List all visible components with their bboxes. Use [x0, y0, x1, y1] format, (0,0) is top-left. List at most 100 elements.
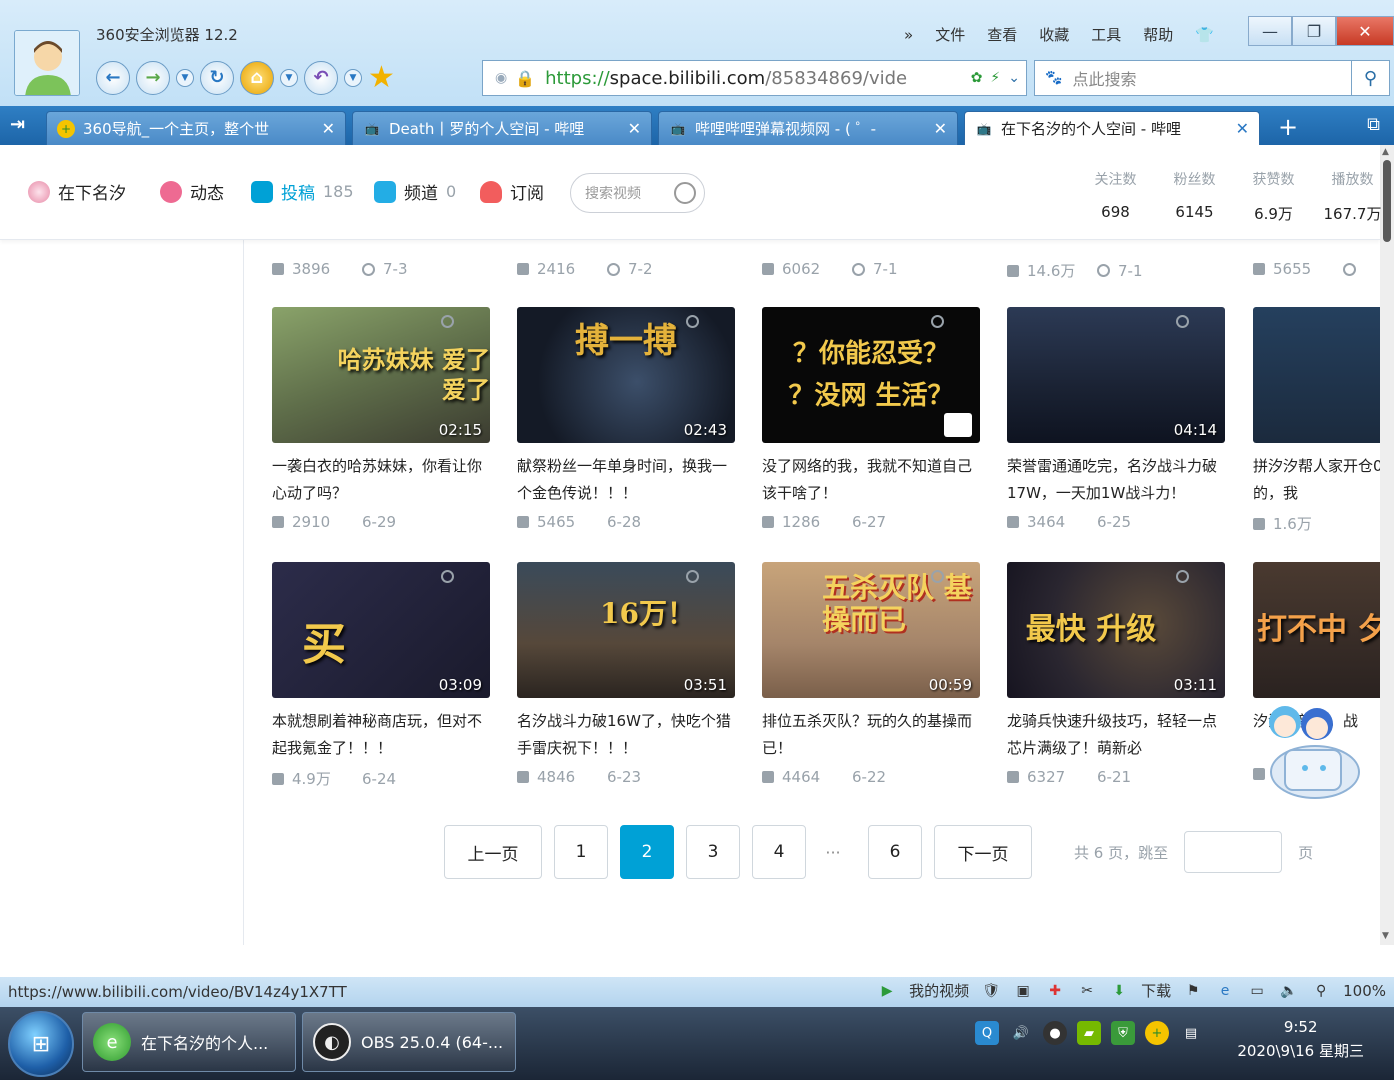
page-3-button[interactable]: 3 — [686, 825, 740, 879]
user-avatar[interactable] — [14, 30, 80, 96]
url-dropdown-icon[interactable]: ⌄ — [1008, 70, 1020, 86]
nav-submissions[interactable]: 投稿 185 — [251, 179, 354, 204]
video-title[interactable]: 本就想刷着神秘商店玩，但对不起我氪金了！！！ — [272, 708, 492, 762]
recorder-icon[interactable]: ● — [1043, 1021, 1067, 1045]
search-bar[interactable]: 🐾 点此搜索 ⚲ — [1034, 60, 1390, 96]
video-title[interactable]: 排位五杀灭队？玩的久的基操而已！ — [762, 708, 982, 762]
video-thumbnail[interactable]: 买 03:09 — [272, 562, 490, 698]
video-card[interactable]: 五杀灭队 基操而已 00:59 排位五杀灭队？玩的久的基操而已！ 4464 6-… — [762, 562, 982, 786]
scroll-down-icon[interactable]: ▼ — [1382, 931, 1389, 941]
page-2-button[interactable]: 2 — [620, 825, 674, 879]
video-title[interactable]: 献祭粉丝一年单身时间，换我一个金色传说！！！ — [517, 453, 737, 507]
video-thumbnail[interactable]: 最快 升级 03:11 — [1007, 562, 1225, 698]
pin-icon[interactable]: ✂ — [1077, 981, 1097, 1001]
video-thumbnail[interactable]: 搏一搏 02:43 — [517, 307, 735, 443]
video-title[interactable]: 荣誉雷通通吃完，名汐战斗力破17W，一天加1W战斗力！ — [1007, 453, 1227, 507]
video-card[interactable]: 买 03:09 本就想刷着神秘商店玩，但对不起我氪金了！！！ 4.9万 6-24 — [272, 562, 492, 789]
menu-favorites[interactable]: 收藏 — [1039, 24, 1069, 45]
download-label[interactable]: 下载 — [1141, 980, 1171, 1001]
video-play-icon[interactable]: ▶ — [877, 981, 897, 1001]
video-card[interactable]: 搏一搏 02:43 献祭粉丝一年单身时间，换我一个金色传说！！！ 5465 6-… — [517, 307, 737, 531]
history-dropdown-icon[interactable]: ▼ — [176, 68, 194, 87]
page-1-button[interactable]: 1 — [554, 825, 608, 879]
tab-close-icon[interactable]: ✕ — [322, 119, 335, 138]
watch-later-icon[interactable] — [944, 413, 972, 437]
forward-icon[interactable]: → — [136, 60, 170, 95]
video-card[interactable]: 04:14 荣誉雷通通吃完，名汐战斗力破17W，一天加1W战斗力！ 3464 6… — [1007, 307, 1227, 531]
video-thumbnail[interactable] — [1253, 307, 1380, 443]
flag-icon[interactable]: ⚑ — [1183, 981, 1203, 1001]
nvidia-icon[interactable]: ▰ — [1077, 1021, 1101, 1045]
refresh-icon[interactable]: ↻ — [200, 60, 234, 95]
new-tab-icon[interactable]: + — [1278, 113, 1298, 141]
minimize-button[interactable]: — — [1248, 16, 1292, 46]
page-6-button[interactable]: 6 — [868, 825, 922, 879]
tab-close-icon[interactable]: ✕ — [934, 119, 947, 138]
maximize-button[interactable]: ❐ — [1292, 16, 1336, 46]
tab-death[interactable]: 📺 Death丨罗的个人空间 - 哔哩 ✕ — [352, 111, 652, 145]
menu-more[interactable]: » — [904, 26, 913, 44]
back-icon[interactable]: ← — [96, 60, 130, 95]
menu-help[interactable]: 帮助 — [1143, 24, 1173, 45]
video-card[interactable]: 拼汐汐帮人家开仓0.14磨损度的，我 1.6万 — [1253, 307, 1380, 534]
home-icon[interactable]: ⌂ — [240, 60, 274, 95]
my-video-link[interactable]: 我的视频 — [909, 980, 969, 1001]
start-button[interactable]: ⊞ — [8, 1011, 74, 1077]
video-title[interactable]: 龙骑兵快速升级技巧，轻轻一点芯片满级了！萌新必 — [1007, 708, 1227, 762]
home-dropdown-icon[interactable]: ▼ — [280, 68, 298, 87]
video-thumbnail[interactable]: 哈苏妹妹 爱了爱了 02:15 — [272, 307, 490, 443]
tab-360nav[interactable]: + 360导航_一个主页，整个世 ✕ — [46, 111, 346, 145]
tab-close-icon[interactable]: ✕ — [628, 119, 641, 138]
tab-close-icon[interactable]: ✕ — [1236, 119, 1249, 138]
taskbar-obs[interactable]: ◐ OBS 25.0.4 (64-... — [302, 1012, 516, 1072]
medical-icon[interactable]: ✚ — [1045, 981, 1065, 1001]
favorite-star-icon[interactable]: ★ — [368, 60, 395, 95]
video-title[interactable]: 名汐战斗力破16W了，快吃个猎手雷庆祝下！！！ — [517, 708, 737, 762]
screenshot-icon[interactable]: ▣ — [1013, 981, 1033, 1001]
download-icon[interactable]: ⬇ — [1109, 981, 1129, 1001]
speaker-icon[interactable]: 🔊 — [1009, 1021, 1033, 1045]
security-shield-icon[interactable]: ⛨ — [1111, 1021, 1135, 1045]
menu-file[interactable]: 文件 — [935, 24, 965, 45]
taskbar-browser[interactable]: e 在下名汐的个人... — [82, 1012, 296, 1072]
system-clock[interactable]: 9:52 2020\9\16 星期三 — [1237, 1015, 1364, 1063]
scroll-up-icon[interactable]: ▲ — [1382, 147, 1389, 157]
ie-icon[interactable]: e — [1215, 981, 1235, 1001]
shirt-icon[interactable]: 👕 — [1195, 26, 1214, 44]
video-thumbnail[interactable]: 五杀灭队 基操而已 00:59 — [762, 562, 980, 698]
shield-icon[interactable]: 🛡 — [981, 981, 1001, 1001]
network-icon[interactable]: ▤ — [1179, 1021, 1203, 1045]
nav-home[interactable]: 在下名汐 — [28, 179, 126, 204]
page-4-button[interactable]: 4 — [752, 825, 806, 879]
volume-icon[interactable]: 🔈 — [1279, 981, 1299, 1001]
video-thumbnail[interactable]: 16万！ 03:51 — [517, 562, 735, 698]
tab-bilibili-home[interactable]: 📺 哔哩哔哩弹幕视频网 - ( ゜- ✕ — [658, 111, 958, 145]
undo-dropdown-icon[interactable]: ▼ — [344, 68, 362, 87]
zoom-icon[interactable]: ⚲ — [1311, 981, 1331, 1001]
search-input[interactable]: 点此搜索 — [1072, 66, 1136, 90]
next-page-button[interactable]: 下一页 — [934, 825, 1032, 879]
video-thumbnail[interactable]: 04:14 — [1007, 307, 1225, 443]
url-text[interactable]: https://space.bilibili.com/85834869/vide — [545, 68, 935, 89]
nav-subscribe[interactable]: 订阅 — [480, 179, 544, 204]
video-thumbnail[interactable]: 打不中 夕阳红 — [1253, 562, 1380, 698]
search-icon[interactable]: ⚲ — [1351, 61, 1389, 95]
video-card[interactable]: 哈苏妹妹 爱了爱了 02:15 一袭白衣的哈苏妹妹，你看让你心动了吗？ 2910… — [272, 307, 492, 531]
nav-dynamic[interactable]: 动态 — [160, 179, 224, 204]
tab-list-icon[interactable]: ⧉ — [1367, 114, 1380, 135]
search-icon[interactable] — [674, 182, 696, 204]
menu-tools[interactable]: 工具 — [1091, 24, 1121, 45]
video-card[interactable]: 16万！ 03:51 名汐战斗力破16W了，快吃个猎手雷庆祝下！！！ 4846 … — [517, 562, 737, 786]
space-search-input[interactable]: 搜索视频 — [570, 173, 705, 213]
paw-icon[interactable]: 🐾 — [1045, 70, 1062, 86]
sidebar-toggle-icon[interactable]: ⇥ — [10, 114, 25, 135]
nav-channels[interactable]: 频道 0 — [374, 179, 456, 204]
menu-view[interactable]: 查看 — [987, 24, 1017, 45]
close-button[interactable]: ✕ — [1336, 16, 1394, 46]
stat-following[interactable]: 关注数 698 — [1076, 169, 1155, 224]
video-title[interactable]: 拼汐汐帮人家开仓0.14磨损度的，我 — [1253, 453, 1380, 507]
vertical-scrollbar[interactable]: ▲ ▼ — [1380, 145, 1394, 945]
video-thumbnail[interactable]: ？你能忍受？ ？没网 生活？ — [762, 307, 980, 443]
video-card[interactable]: 最快 升级 03:11 龙骑兵快速升级技巧，轻轻一点芯片满级了！萌新必 6327… — [1007, 562, 1227, 786]
mascot-image[interactable] — [1255, 700, 1375, 810]
